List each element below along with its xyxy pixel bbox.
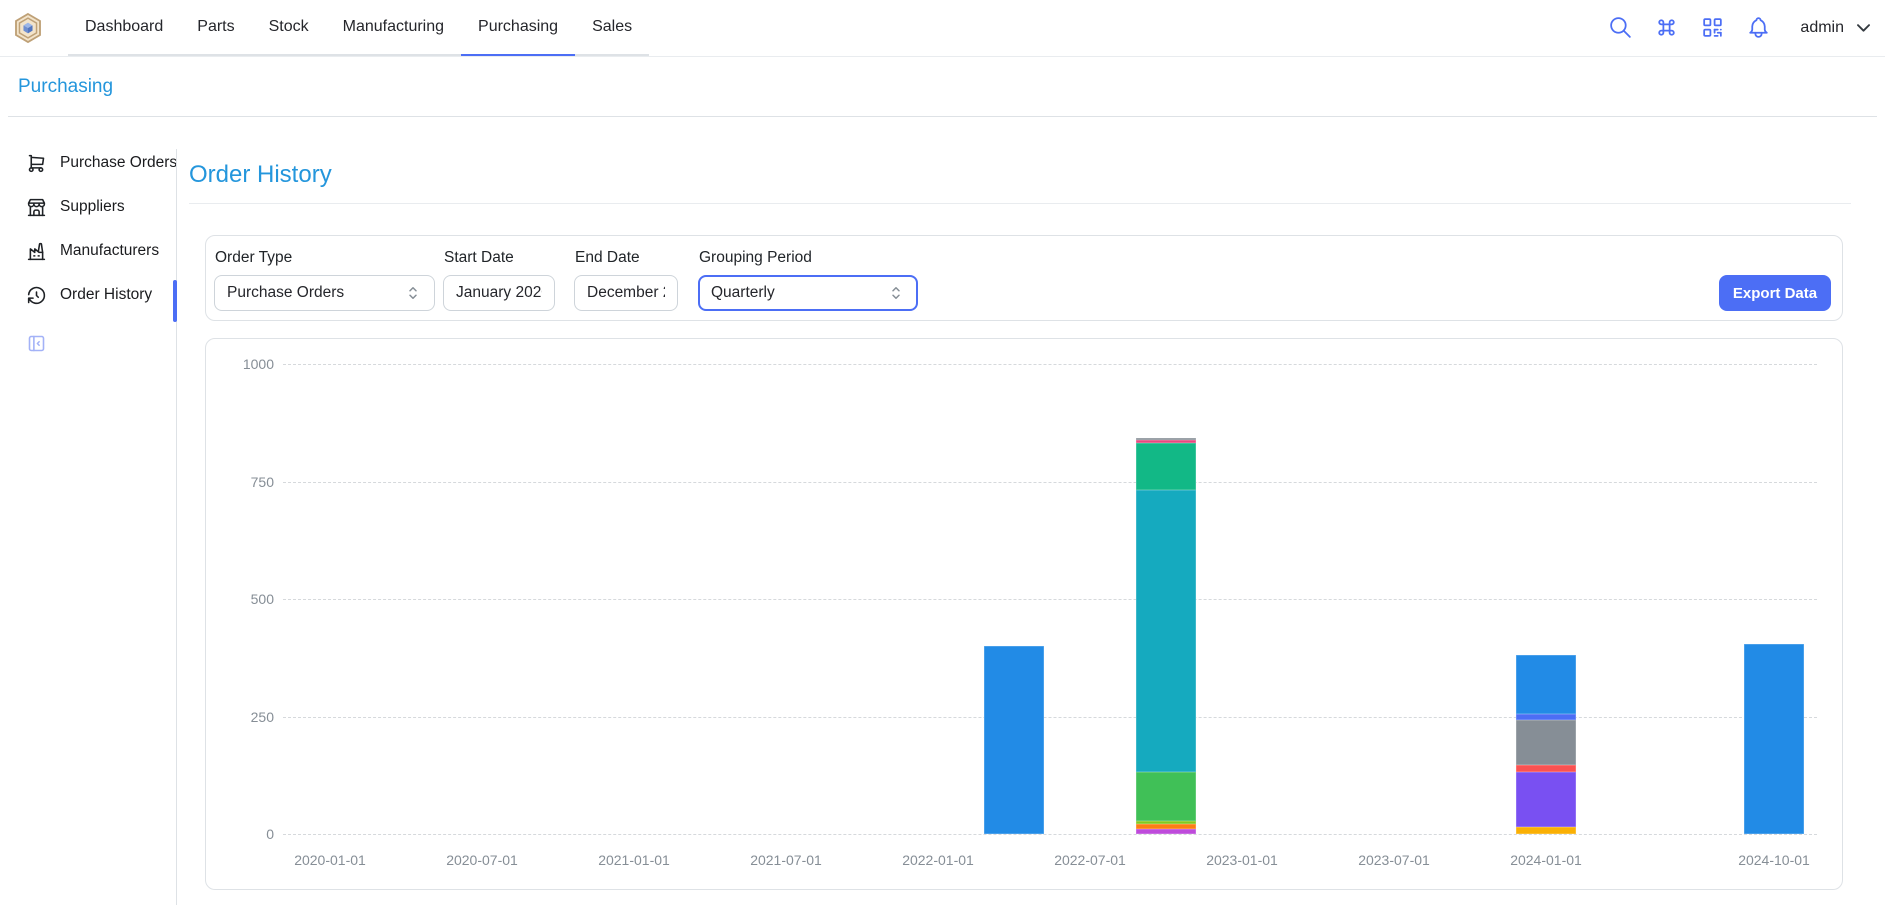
main-nav-tabs: Dashboard Parts Stock Manufacturing Purc…	[68, 0, 649, 56]
x-tick-label: 2021-07-01	[721, 850, 851, 870]
x-tick-label: 2020-07-01	[417, 850, 547, 870]
store-icon	[26, 197, 47, 218]
bar-segment[interactable]	[1136, 440, 1196, 443]
app-logo-icon[interactable]	[12, 12, 44, 56]
y-tick-label: 500	[206, 589, 274, 609]
order-history-chart[interactable]: 0 250 500 750 1000 2020-01-01 2020-07-01 2021-0…	[205, 338, 1843, 890]
start-date-input[interactable]	[443, 275, 555, 311]
grouping-period-label: Grouping Period	[699, 249, 812, 267]
gridline	[283, 599, 1817, 600]
y-tick-label: 0	[206, 824, 274, 844]
bar-segment[interactable]	[1516, 772, 1576, 827]
export-data-button[interactable]: Export Data	[1719, 275, 1831, 311]
sidebar-item-suppliers[interactable]: Suppliers	[26, 193, 177, 221]
shopping-cart-icon	[26, 153, 47, 174]
y-tick-label: 750	[206, 472, 274, 492]
x-tick-label: 2020-01-01	[265, 850, 395, 870]
grouping-period-value: Quarterly	[711, 284, 887, 302]
end-date-input[interactable]	[574, 275, 678, 311]
x-tick-label: 2021-01-01	[569, 850, 699, 870]
tab-manufacturing[interactable]: Manufacturing	[326, 0, 461, 56]
order-type-label: Order Type	[215, 249, 292, 267]
bar-segment[interactable]	[1136, 490, 1196, 772]
bar-segment[interactable]	[1136, 824, 1196, 830]
breadcrumb-purchasing[interactable]: Purchasing	[18, 76, 113, 98]
app-header: Dashboard Parts Stock Manufacturing Purc…	[0, 0, 1885, 57]
selector-icon	[404, 284, 422, 302]
bar-segment[interactable]	[1516, 720, 1576, 765]
x-tick-label: 2022-01-01	[873, 850, 1003, 870]
title-divider	[189, 203, 1851, 204]
y-tick-label: 1000	[206, 354, 274, 374]
filter-panel: Order Type Start Date End Date Grouping …	[205, 235, 1843, 321]
sidebar-item-order-history[interactable]: Order History	[26, 281, 177, 309]
user-name: admin	[1800, 19, 1844, 37]
sidebar-item-label: Order History	[60, 286, 152, 304]
bell-icon[interactable]	[1746, 15, 1771, 40]
bar-segment[interactable]	[1136, 821, 1196, 823]
sidebar-item-label: Manufacturers	[60, 242, 159, 260]
gridline	[283, 834, 1817, 835]
page-title: Order History	[189, 161, 332, 189]
bar-segment[interactable]	[1516, 765, 1576, 772]
user-menu[interactable]: admin	[1792, 18, 1873, 37]
factory-icon	[26, 241, 47, 262]
sidebar-active-indicator	[173, 280, 177, 322]
sidebar-item-manufacturers[interactable]: Manufacturers	[26, 237, 177, 265]
selector-icon	[887, 284, 905, 302]
end-date-label: End Date	[575, 249, 640, 267]
bar-segment[interactable]	[1136, 443, 1196, 490]
sidebar-item-purchase-orders[interactable]: Purchase Orders	[26, 149, 177, 177]
tab-dashboard[interactable]: Dashboard	[68, 0, 180, 56]
grouping-period-select[interactable]: Quarterly	[698, 275, 918, 311]
x-tick-label: 2024-01-01	[1481, 850, 1611, 870]
tab-parts[interactable]: Parts	[180, 0, 251, 56]
bar-segment[interactable]	[1136, 772, 1196, 821]
tab-stock[interactable]: Stock	[252, 0, 326, 56]
gridline	[283, 482, 1817, 483]
gridline	[283, 364, 1817, 365]
order-type-value: Purchase Orders	[227, 284, 404, 302]
history-icon	[26, 285, 47, 306]
x-tick-label: 2024-10-01	[1709, 850, 1839, 870]
sidebar-item-label: Suppliers	[60, 198, 125, 216]
qrcode-icon[interactable]	[1700, 15, 1725, 40]
search-icon[interactable]	[1608, 15, 1633, 40]
sidebar: Purchase Orders Suppliers M	[26, 149, 177, 354]
x-tick-label: 2023-07-01	[1329, 850, 1459, 870]
bar-segment[interactable]	[984, 646, 1044, 834]
gridline	[283, 717, 1817, 718]
x-tick-label: 2023-01-01	[1177, 850, 1307, 870]
bar-segment[interactable]	[1516, 655, 1576, 713]
y-tick-label: 250	[206, 707, 274, 727]
tab-sales[interactable]: Sales	[575, 0, 649, 56]
start-date-label: Start Date	[444, 249, 514, 267]
chevron-down-icon	[1854, 18, 1873, 37]
sidebar-collapse-icon[interactable]	[26, 333, 47, 354]
header-actions: admin	[1608, 0, 1873, 55]
tab-purchasing[interactable]: Purchasing	[461, 0, 575, 56]
order-type-select[interactable]: Purchase Orders	[214, 275, 435, 311]
bar-segment[interactable]	[1744, 644, 1804, 834]
bar-segment[interactable]	[1516, 827, 1576, 834]
bar-segment[interactable]	[1516, 714, 1576, 720]
sidebar-item-label: Purchase Orders	[60, 154, 177, 172]
bar-segment[interactable]	[1136, 438, 1196, 440]
page-body: Purchase Orders Suppliers M	[0, 117, 1885, 905]
breadcrumb: Purchasing	[8, 57, 1877, 117]
bar-segment[interactable]	[1136, 829, 1196, 834]
sidebar-divider	[176, 149, 177, 905]
command-icon[interactable]	[1654, 15, 1679, 40]
x-tick-label: 2022-07-01	[1025, 850, 1155, 870]
